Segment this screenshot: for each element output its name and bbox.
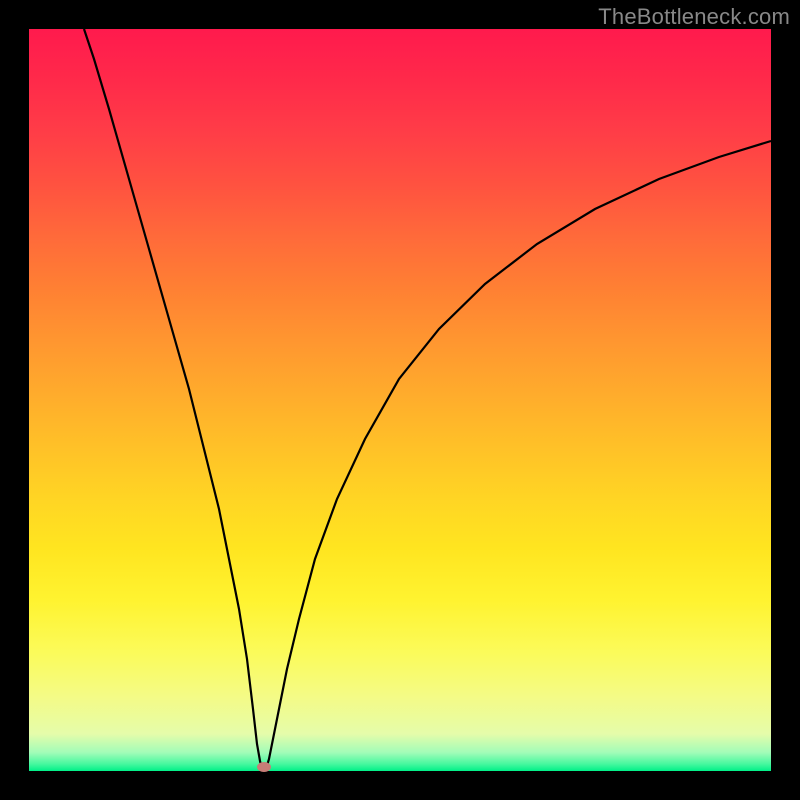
watermark-text: TheBottleneck.com <box>598 4 790 30</box>
curve-path <box>84 29 771 771</box>
bottleneck-curve <box>29 29 771 771</box>
minimum-marker <box>257 762 271 772</box>
